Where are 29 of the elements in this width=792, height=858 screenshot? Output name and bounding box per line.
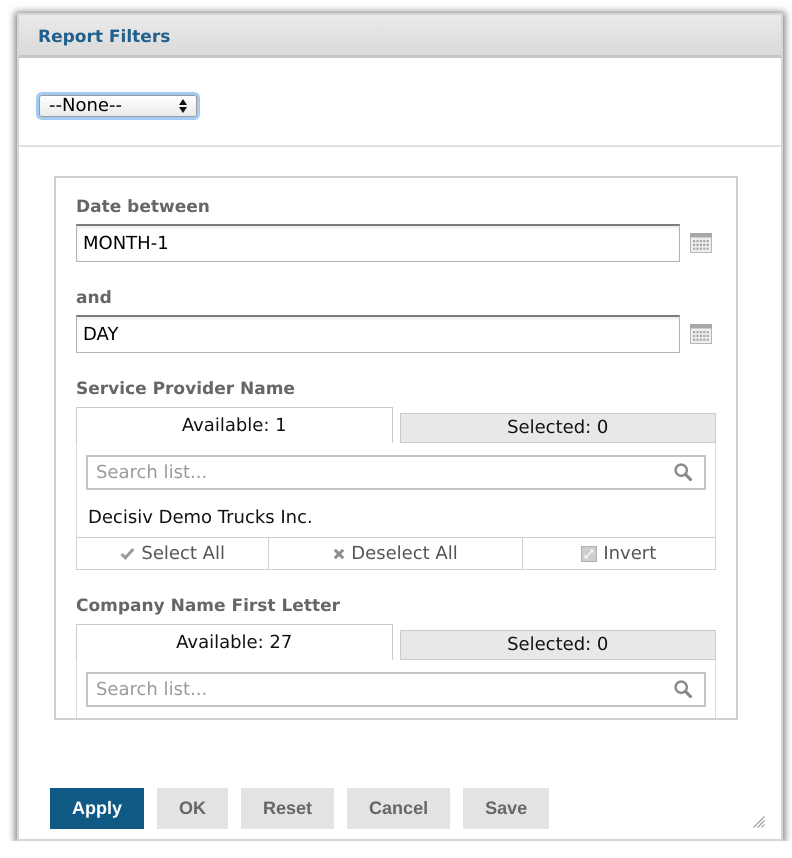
date-field[interactable]: DAY xyxy=(76,315,680,353)
dialog-button[interactable]: OK xyxy=(157,788,228,829)
list-tab[interactable]: Available: 1 xyxy=(76,407,392,443)
calendar-icon xyxy=(690,233,712,253)
invert-icon xyxy=(581,546,598,562)
dialog-title: Report Filters xyxy=(38,27,170,48)
search-field[interactable]: Search list... xyxy=(86,672,706,707)
up-down-arrows-icon xyxy=(179,99,187,113)
dialog-button[interactable]: Cancel xyxy=(347,788,450,829)
calendar-icon xyxy=(690,324,712,344)
list-tab[interactable]: Selected: 0 xyxy=(400,413,716,443)
dialog-button[interactable]: Save xyxy=(463,788,550,829)
checkmark-icon xyxy=(120,547,136,560)
date-field[interactable]: MONTH-1 xyxy=(76,224,680,262)
cross-icon xyxy=(333,548,346,560)
field-label: Company Name First Letter xyxy=(76,596,340,616)
search-icon xyxy=(674,680,692,698)
field-label: and xyxy=(76,288,112,308)
field-label: Date between xyxy=(76,197,210,217)
list-tab[interactable]: Available: 27 xyxy=(76,624,392,660)
search-icon xyxy=(674,463,692,481)
field-label: Service Provider Name xyxy=(76,379,295,399)
search-field[interactable]: Search list... xyxy=(86,455,706,490)
resize-grip-icon[interactable] xyxy=(752,815,765,828)
dialog-button[interactable]: Reset xyxy=(241,788,334,829)
list-tab[interactable]: Selected: 0 xyxy=(400,630,716,660)
list-item[interactable]: Decisiv Demo Trucks Inc. xyxy=(86,490,706,537)
apply-button[interactable]: Apply xyxy=(50,788,144,829)
preset-select[interactable]: --None-- xyxy=(39,95,197,117)
